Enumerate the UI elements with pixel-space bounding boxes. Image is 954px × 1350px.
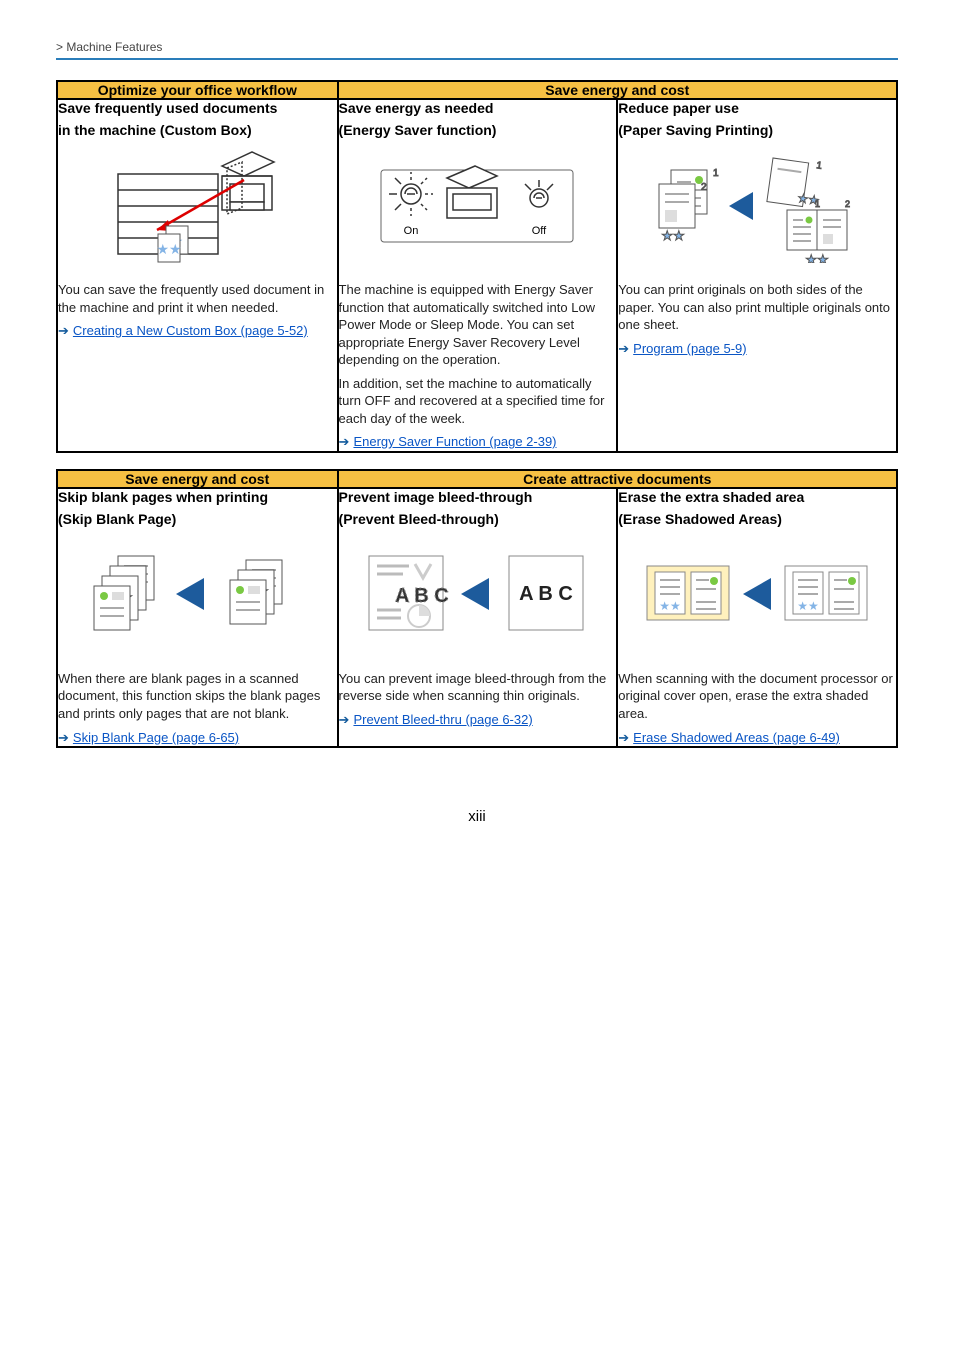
page-header: > Machine Features [56, 40, 898, 54]
t1c1-title1: Save frequently used documents [58, 100, 337, 116]
link-arrow-icon: ➔ [618, 730, 629, 745]
t1c3-illus: 1 ★★ 2 ★★ 1 [618, 148, 896, 263]
svg-text:★★: ★★ [157, 241, 182, 257]
svg-text:1: 1 [815, 199, 820, 209]
on-label: On [404, 225, 419, 237]
t1c3-title2: (Paper Saving Printing) [618, 122, 896, 138]
svg-text:★★: ★★ [805, 252, 828, 263]
t1-cell2: Save energy as needed (Energy Saver func… [338, 99, 618, 452]
t1c2-illus: On Off [339, 148, 617, 263]
svg-text:★★: ★★ [659, 599, 681, 613]
t2c3-title1: Erase the extra shaded area [618, 489, 896, 505]
t2-cell2: Prevent image bleed-through (Prevent Ble… [338, 488, 618, 747]
t2c2-title1: Prevent image bleed-through [339, 489, 617, 505]
link-arrow-icon: ➔ [618, 341, 629, 356]
t1c2-body2: In addition, set the machine to automati… [339, 375, 617, 428]
abc-ghost: A B C [395, 585, 449, 607]
svg-text:2: 2 [701, 182, 707, 193]
t2c1-illus: ★★ ★★ [58, 537, 337, 652]
svg-text:1: 1 [816, 160, 823, 172]
t1c2-title2: (Energy Saver function) [339, 122, 617, 138]
t1c1-title2: in the machine (Custom Box) [58, 122, 337, 138]
t2c3-link[interactable]: Erase Shadowed Areas (page 6-49) [633, 730, 840, 745]
svg-text:1: 1 [713, 168, 719, 179]
svg-text:★★: ★★ [661, 228, 684, 243]
t2c2-body: You can prevent image bleed-through from… [339, 670, 617, 705]
t2c3-illus: ★★ ★★ [618, 537, 896, 652]
t1c2-title1: Save energy as needed [339, 100, 617, 116]
t2c1-link[interactable]: Skip Blank Page (page 6-65) [73, 730, 239, 745]
table-1: Optimize your office workflow Save energ… [56, 80, 898, 453]
t2c1-title2: (Skip Blank Page) [58, 511, 337, 527]
t2-cell3: Erase the extra shaded area (Erase Shado… [617, 488, 897, 747]
svg-text:★★: ★★ [797, 599, 819, 613]
t1c3-body: You can print originals on both sides of… [618, 281, 896, 334]
t1c1-link[interactable]: Creating a New Custom Box (page 5-52) [73, 323, 308, 338]
t1-cell3: Reduce paper use (Paper Saving Printing)… [617, 99, 897, 452]
page-number: xiii [56, 808, 898, 825]
t1c2-link[interactable]: Energy Saver Function (page 2-39) [353, 434, 556, 449]
link-arrow-icon: ➔ [339, 434, 350, 449]
t2c3-body: When scanning with the document processo… [618, 670, 896, 723]
link-arrow-icon: ➔ [58, 323, 69, 338]
t1c3-title1: Reduce paper use [618, 100, 896, 116]
t2c1-title1: Skip blank pages when printing [58, 489, 337, 505]
t2c2-link[interactable]: Prevent Bleed-thru (page 6-32) [353, 712, 532, 727]
header-rule [56, 58, 898, 60]
abc-solid: A B C [520, 583, 574, 605]
link-arrow-icon: ➔ [58, 730, 69, 745]
t1-cell1: Save frequently used documents in the ma… [57, 99, 338, 452]
t2-head2: Create attractive documents [338, 470, 897, 488]
off-label: Off [532, 225, 547, 237]
t1c2-body1: The machine is equipped with Energy Save… [339, 281, 617, 369]
svg-text:2: 2 [845, 199, 850, 209]
t2c1-body: When there are blank pages in a scanned … [58, 670, 337, 723]
t1c1-body: You can save the frequently used documen… [58, 281, 337, 316]
t2-head1: Save energy and cost [57, 470, 338, 488]
t1-head2: Save energy and cost [338, 81, 897, 99]
link-arrow-icon: ➔ [339, 712, 350, 727]
t2c3-title2: (Erase Shadowed Areas) [618, 511, 896, 527]
t1c3-link[interactable]: Program (page 5-9) [633, 341, 746, 356]
t2c2-illus: A B C A B C [339, 537, 617, 652]
t2c2-title2: (Prevent Bleed-through) [339, 511, 617, 527]
t1c1-illus: ★ ★★ [58, 148, 337, 263]
t2-cell1: Skip blank pages when printing (Skip Bla… [57, 488, 338, 747]
table-2: Save energy and cost Create attractive d… [56, 469, 898, 748]
t1-head1: Optimize your office workflow [57, 81, 338, 99]
